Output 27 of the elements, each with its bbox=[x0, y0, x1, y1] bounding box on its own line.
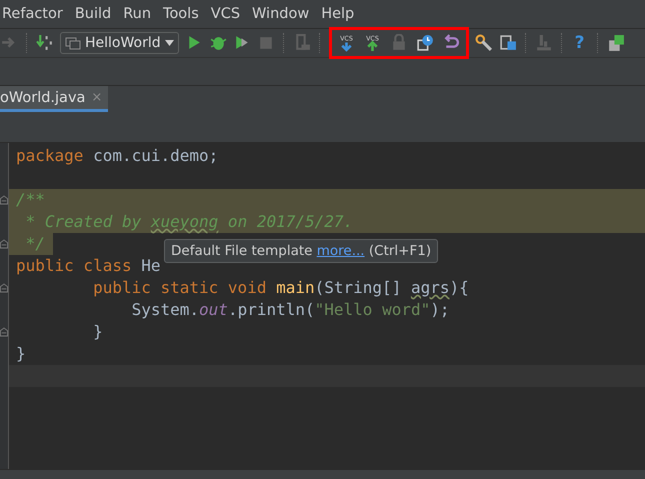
code-line: public static void main(String[] agrs){ bbox=[92, 277, 470, 299]
code-line: } bbox=[15, 343, 27, 365]
windows-icon bbox=[65, 36, 81, 50]
tooltip: Default File template more... (Ctrl+F1) bbox=[164, 239, 438, 263]
monitor-icon[interactable] bbox=[606, 34, 625, 52]
fold-marker-icon[interactable] bbox=[0, 327, 8, 337]
structure-icon[interactable] bbox=[498, 34, 517, 52]
bug-icon[interactable] bbox=[208, 34, 227, 52]
menu-item[interactable]: Tools bbox=[163, 6, 199, 22]
code-line: public class He bbox=[15, 255, 162, 277]
menu-item[interactable]: Help bbox=[321, 6, 354, 22]
fold-marker-icon[interactable] bbox=[0, 195, 8, 205]
make-icon[interactable] bbox=[36, 34, 54, 52]
fold-marker-icon[interactable] bbox=[0, 283, 8, 293]
more-link[interactable]: more... bbox=[316, 243, 365, 259]
menu-item[interactable]: Build bbox=[74, 6, 112, 22]
editor-tab[interactable]: oWorld.java × bbox=[0, 86, 108, 112]
run-config-dropdown[interactable]: HelloWorld bbox=[60, 32, 179, 54]
fold-marker-icon[interactable] bbox=[0, 239, 8, 249]
code-line: } bbox=[92, 321, 104, 343]
caret-icon bbox=[164, 40, 174, 46]
code-line: package com.cui.demo; bbox=[15, 145, 220, 167]
menu-item[interactable]: Window bbox=[252, 6, 310, 22]
menu-item[interactable]: VCS bbox=[210, 6, 240, 22]
menu-item[interactable]: Run bbox=[123, 6, 152, 22]
code-line: System.out.println("Hello word"); bbox=[130, 299, 450, 321]
menu-item[interactable]: Refactor bbox=[2, 6, 63, 22]
